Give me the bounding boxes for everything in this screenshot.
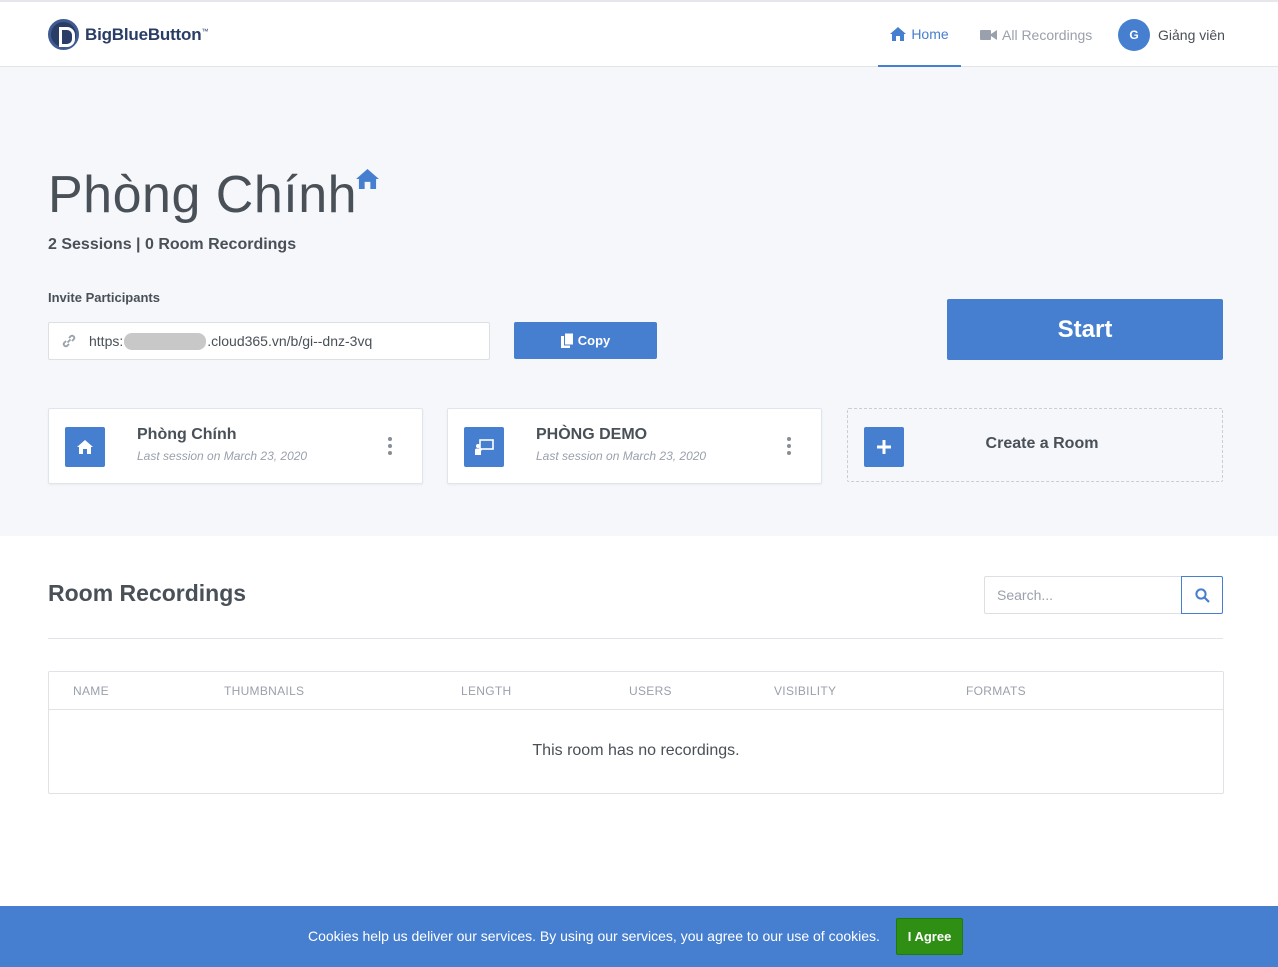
presentation-icon — [475, 439, 494, 455]
card-icon-box — [65, 427, 105, 467]
kebab-menu-icon[interactable] — [787, 437, 791, 455]
avatar: G — [1118, 19, 1150, 51]
nav-home-label: Home — [911, 25, 949, 42]
divider — [48, 638, 1223, 639]
nav-recordings-label: All Recordings — [1002, 26, 1093, 43]
column-header-length[interactable]: LENGTH — [461, 684, 511, 698]
room-header-section: Phòng Chính 2 Sessions | 0 Room Recordin… — [0, 67, 1278, 536]
search-box — [984, 576, 1223, 614]
copy-label: Copy — [577, 333, 611, 348]
create-room-button[interactable]: Create a Room — [847, 408, 1223, 482]
search-button[interactable] — [1181, 576, 1223, 614]
room-card-phong-demo[interactable]: PHÒNG DEMO Last session on March 23, 202… — [447, 408, 822, 484]
create-room-label: Create a Room — [985, 435, 1099, 452]
copy-button[interactable]: Copy — [514, 322, 657, 359]
bigbluebutton-logo-icon — [48, 19, 79, 50]
card-icon-box — [464, 427, 504, 467]
room-stats: 2 Sessions | 0 Room Recordings — [48, 236, 297, 253]
column-header-formats[interactable]: FORMATS — [966, 684, 1026, 698]
empty-message: This room has no recordings. — [532, 742, 740, 759]
column-header-visibility[interactable]: VISIBILITY — [774, 684, 836, 698]
last-session: Last session on March 23, 2020 — [137, 449, 308, 463]
invite-url: https: .cloud365.vn/b/gi--dnz-3vq — [89, 332, 373, 350]
search-input[interactable] — [984, 576, 1182, 614]
recordings-title: Room Recordings — [48, 580, 247, 606]
column-header-name[interactable]: NAME — [73, 684, 109, 698]
user-name: Giảng viên — [1158, 27, 1225, 43]
room-card-phong-chinh[interactable]: Phòng Chính Last session on March 23, 20… — [48, 408, 423, 484]
cookie-message: Cookies help us deliver our services. By… — [308, 928, 880, 944]
user-menu[interactable]: G Giảng viên — [1118, 19, 1225, 51]
column-header-thumbnails[interactable]: THUMBNAILS — [224, 684, 304, 698]
page-title: Phòng Chính — [48, 166, 358, 224]
kebab-menu-icon[interactable] — [388, 437, 392, 455]
nav-all-recordings-link[interactable]: All Recordings — [980, 2, 1092, 67]
room-name: PHÒNG DEMO — [536, 426, 648, 443]
redacted-mask — [124, 332, 207, 350]
nav-home-link[interactable]: Home — [878, 2, 961, 67]
last-session: Last session on March 23, 2020 — [536, 449, 707, 463]
start-button[interactable]: Start — [947, 299, 1223, 360]
cookie-banner: Cookies help us deliver our services. By… — [0, 906, 1278, 967]
brand-name: BigBlueButton™ — [85, 24, 209, 44]
room-name: Phòng Chính — [137, 426, 237, 443]
invite-url-field[interactable]: https: .cloud365.vn/b/gi--dnz-3vq — [48, 322, 490, 360]
agree-button[interactable]: I Agree — [896, 918, 963, 955]
home-icon — [890, 26, 907, 41]
logo[interactable]: BigBlueButton™ — [48, 19, 208, 50]
column-header-users[interactable]: USERS — [629, 684, 672, 698]
recordings-table: NAME THUMBNAILS LENGTH USERS VISIBILITY … — [48, 671, 1224, 794]
top-navbar: BigBlueButton™ Home All Recordings G Giả… — [0, 0, 1278, 67]
table-header: NAME THUMBNAILS LENGTH USERS VISIBILITY … — [49, 672, 1223, 710]
search-icon — [1194, 587, 1210, 603]
copy-icon — [560, 333, 574, 348]
invite-label: Invite Participants — [48, 290, 160, 305]
video-camera-icon — [980, 29, 997, 40]
home-icon — [356, 169, 379, 189]
link-icon — [62, 334, 76, 348]
home-icon — [77, 440, 93, 454]
